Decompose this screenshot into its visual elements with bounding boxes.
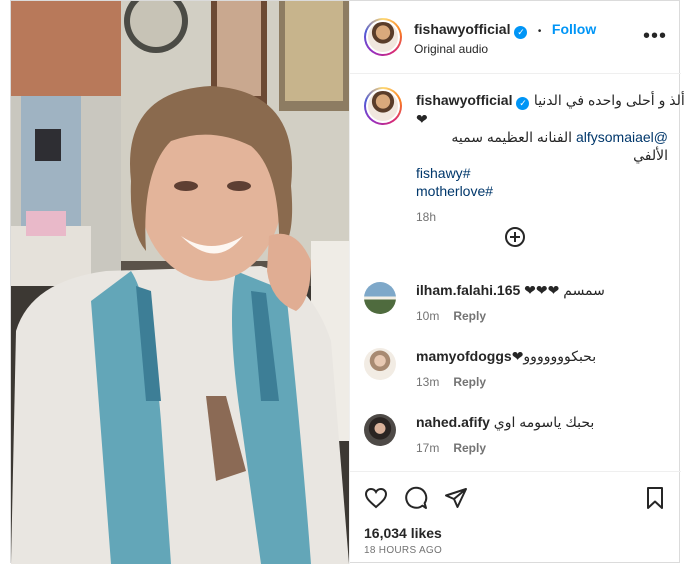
commenter-avatar[interactable] xyxy=(364,348,396,380)
separator-dot: • xyxy=(537,26,542,37)
action-bar xyxy=(350,471,681,522)
hashtag-fishawy[interactable]: #fishawy xyxy=(416,164,668,182)
woman-photo-illustration xyxy=(11,1,349,564)
comment-time[interactable]: 17m xyxy=(416,441,439,455)
caption-time[interactable]: 18h xyxy=(416,208,668,226)
caption-heart: ❤ xyxy=(416,111,428,127)
comment-text: بحبك ياسومه اوي xyxy=(493,414,595,430)
verified-badge-icon: ✓ xyxy=(516,97,530,110)
share-icon[interactable] xyxy=(444,486,468,510)
verified-badge-icon: ✓ xyxy=(514,26,528,39)
heart-icon[interactable] xyxy=(364,486,388,510)
hashtag-motherlove[interactable]: #motherlove xyxy=(416,182,668,200)
reply-button[interactable]: Reply xyxy=(453,441,486,455)
author-username[interactable]: fishawyofficial xyxy=(414,21,510,37)
caption-text: ألذ و أحلى واحده في الدنيا xyxy=(533,92,684,108)
caption-avatar[interactable] xyxy=(364,87,402,125)
commenter-avatar[interactable] xyxy=(364,414,396,446)
likes-count[interactable]: 16,034 likes xyxy=(364,525,442,541)
audio-label[interactable]: Original audio xyxy=(414,42,488,56)
reply-button[interactable]: Reply xyxy=(453,309,486,323)
reply-button[interactable]: Reply xyxy=(453,375,486,389)
comment-time[interactable]: 10m xyxy=(416,309,439,323)
comment-time[interactable]: 13m xyxy=(416,375,439,389)
comment-text: بحبكووووووو❤ xyxy=(511,348,597,364)
bookmark-icon[interactable] xyxy=(643,486,667,510)
comment-text: سمسم ❤❤❤ xyxy=(524,282,605,298)
commenter-avatar[interactable] xyxy=(364,282,396,314)
comment-icon[interactable] xyxy=(404,486,428,510)
follow-button[interactable]: Follow xyxy=(552,21,596,37)
post-side-panel: fishawyofficial ✓ • Follow Original audio… xyxy=(349,1,684,564)
author-avatar[interactable] xyxy=(364,18,402,56)
caption-block: fishawyofficial ✓ ألذ و أحلى واحده في الد… xyxy=(416,91,684,226)
comment-username[interactable]: ilham.falahi.165 xyxy=(416,282,520,298)
mention-link[interactable]: @alfysomaiael xyxy=(576,129,668,145)
post-photo[interactable] xyxy=(11,1,349,564)
comment-username[interactable]: nahed.afify xyxy=(416,414,490,430)
more-options-icon[interactable]: ••• xyxy=(643,25,667,48)
comment-username[interactable]: mamyofdoggs xyxy=(416,348,512,364)
add-circle-icon[interactable] xyxy=(505,227,525,247)
post-header: fishawyofficial ✓ • Follow Original audio… xyxy=(350,1,681,74)
post-card: fishawyofficial ✓ • Follow Original audio… xyxy=(10,0,684,564)
post-timestamp[interactable]: 18 HOURS AGO xyxy=(364,545,442,556)
caption-username[interactable]: fishawyofficial xyxy=(416,92,512,108)
